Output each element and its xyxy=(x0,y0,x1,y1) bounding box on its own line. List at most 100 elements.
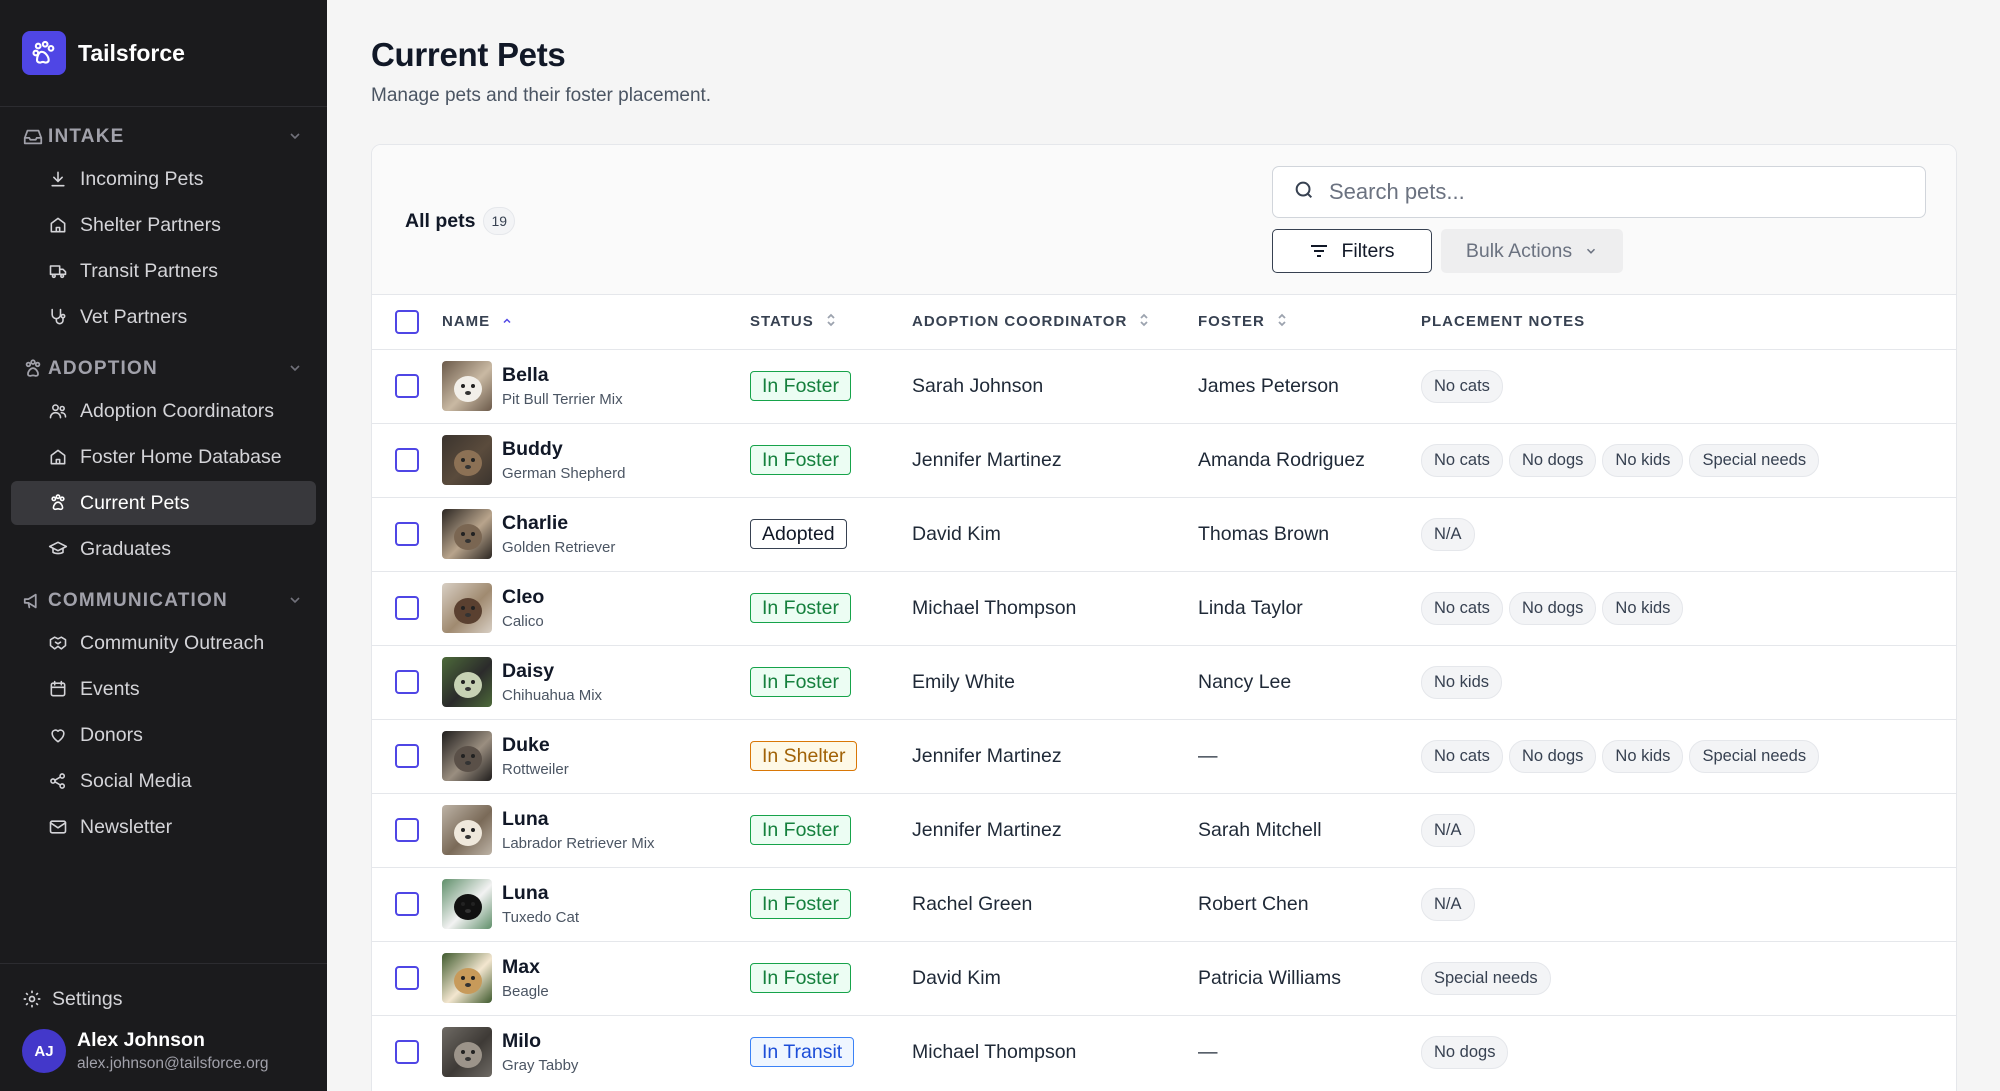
pet-cell[interactable]: Charlie Golden Retriever xyxy=(442,509,750,559)
search-input[interactable] xyxy=(1329,179,1909,205)
pet-photo xyxy=(442,509,492,559)
sidebar-item-social-media[interactable]: Social Media xyxy=(11,759,316,803)
section-intake[interactable]: INTAKE xyxy=(0,119,327,155)
status-badge: In Foster xyxy=(750,593,851,623)
column-header-status[interactable]: STATUS xyxy=(750,295,912,349)
search-box[interactable] xyxy=(1272,166,1926,218)
sidebar-item-donors[interactable]: Donors xyxy=(11,713,316,757)
row-checkbox[interactable] xyxy=(395,744,419,768)
home-icon xyxy=(48,447,68,467)
filters-button[interactable]: Filters xyxy=(1272,229,1432,273)
settings-link[interactable]: Settings xyxy=(0,977,327,1021)
pet-photo xyxy=(442,435,492,485)
column-label: NAME xyxy=(442,312,491,330)
table-header: NAME STATUS ADOPTION COORDINATOR FOSTER xyxy=(372,295,1956,349)
placement-note-chip: No cats xyxy=(1421,443,1503,477)
placement-note-chip: Special needs xyxy=(1689,443,1820,477)
status-badge: In Foster xyxy=(750,889,851,919)
page-title: Current Pets xyxy=(371,36,566,73)
sidebar-item-adoption-coordinators[interactable]: Adoption Coordinators xyxy=(11,389,316,433)
pet-cell[interactable]: Max Beagle xyxy=(442,953,750,1003)
row-checkbox[interactable] xyxy=(395,1040,419,1065)
table-row[interactable]: Luna Labrador Retriever Mix In Foster Jenni… xyxy=(372,793,1956,867)
sidebar-item-shelter-partners[interactable]: Shelter Partners xyxy=(11,203,316,247)
sidebar-item-events[interactable]: Events xyxy=(11,667,316,711)
pet-breed: Golden Retriever xyxy=(502,539,616,556)
row-checkbox[interactable] xyxy=(395,596,419,620)
sidebar-item-label: Foster Home Database xyxy=(80,445,282,468)
sidebar-item-community-outreach[interactable]: Community Outreach xyxy=(11,621,316,665)
placement-notes: No kids xyxy=(1421,665,1956,699)
pet-cell[interactable]: Milo Gray Tabby xyxy=(442,1027,750,1078)
placement-note-chip: No dogs xyxy=(1508,591,1597,625)
table-row[interactable]: Max Beagle In Foster David Kim Patricia Will… xyxy=(372,941,1956,1015)
table-row[interactable]: Buddy German Shepherd In Foster Jennifer Ma… xyxy=(372,423,1956,497)
sidebar-item-newsletter[interactable]: Newsletter xyxy=(11,805,316,849)
sidebar-footer: Settings AJ Alex Johnson alex.johnson@ta… xyxy=(0,963,327,1091)
mail-icon xyxy=(48,817,68,837)
column-header-foster[interactable]: FOSTER xyxy=(1198,295,1421,349)
coordinator-cell: Rachel Green xyxy=(912,892,1033,915)
column-header-coordinator[interactable]: ADOPTION COORDINATOR xyxy=(912,295,1198,349)
table-row[interactable]: Milo Gray Tabby In Transit Michael Thompson… xyxy=(372,1015,1956,1089)
pet-cell[interactable]: Luna Tuxedo Cat xyxy=(442,879,750,929)
sidebar-item-label: Incoming Pets xyxy=(80,167,204,190)
status-badge: In Foster xyxy=(750,963,851,993)
sidebar-item-graduates[interactable]: Graduates xyxy=(11,527,316,571)
bulk-actions-label: Bulk Actions xyxy=(1465,239,1573,262)
all-pets-tab[interactable]: All pets 19 xyxy=(405,207,516,235)
pet-photo xyxy=(442,805,492,855)
row-checkbox[interactable] xyxy=(395,670,419,694)
sidebar-item-incoming-pets[interactable]: Incoming Pets xyxy=(11,157,316,201)
placement-note-chip: Special needs xyxy=(1421,961,1551,995)
sidebar-item-label: Current Pets xyxy=(80,491,190,514)
pet-cell[interactable]: Cleo Calico xyxy=(442,583,750,633)
section-label: COMMUNICATION xyxy=(48,590,228,611)
main-content: Current Pets Manage pets and their foste… xyxy=(327,0,2000,1091)
table-row[interactable]: Bella Pit Bull Terrier Mix In Foster Sarah … xyxy=(372,349,1956,423)
placement-note-chip: No cats xyxy=(1421,739,1503,773)
table-row[interactable]: Cleo Calico In Foster Michael Thompson Linda… xyxy=(372,571,1956,645)
user-profile[interactable]: AJ Alex Johnson alex.johnson@tailsforce.… xyxy=(0,1029,327,1073)
row-checkbox[interactable] xyxy=(395,448,419,472)
row-checkbox[interactable] xyxy=(395,522,419,546)
pet-cell[interactable]: Duke Rottweiler xyxy=(442,731,750,781)
pet-cell[interactable]: Buddy German Shepherd xyxy=(442,435,750,485)
foster-cell: — xyxy=(1198,1040,1218,1063)
placement-notes: Special needs xyxy=(1421,961,1956,995)
brand[interactable]: Tailsforce xyxy=(0,0,327,107)
user-name: Alex Johnson xyxy=(77,1029,205,1051)
sidebar-item-label: Community Outreach xyxy=(80,631,265,654)
select-all-checkbox[interactable] xyxy=(395,309,419,334)
sidebar-item-vet-partners[interactable]: Vet Partners xyxy=(11,295,316,339)
table-row[interactable]: Daisy Chihuahua Mix In Foster Emily White Na… xyxy=(372,645,1956,719)
bulk-actions-dropdown[interactable]: Bulk Actions xyxy=(1441,229,1623,273)
placement-note-chip: No dogs xyxy=(1508,739,1597,773)
row-checkbox[interactable] xyxy=(395,374,419,398)
column-label: ADOPTION COORDINATOR xyxy=(912,312,1128,330)
table-row[interactable]: Charlie Golden Retriever Adopted David Kim T… xyxy=(372,497,1956,571)
download-icon xyxy=(48,169,68,189)
pet-text: Milo Gray Tabby xyxy=(502,1030,578,1074)
pet-cell[interactable]: Luna Labrador Retriever Mix xyxy=(442,805,750,855)
row-checkbox[interactable] xyxy=(395,892,419,916)
table-row[interactable]: Luna Tuxedo Cat In Foster Rachel Green Rober… xyxy=(372,867,1956,941)
coordinator-cell: Emily White xyxy=(912,670,1015,693)
pet-photo xyxy=(442,731,492,781)
share-icon xyxy=(48,771,68,791)
pet-breed: Tuxedo Cat xyxy=(502,909,579,926)
sidebar-item-label: Social Media xyxy=(80,769,192,792)
foster-cell: James Peterson xyxy=(1198,374,1339,397)
row-checkbox[interactable] xyxy=(395,966,419,990)
sidebar-item-transit-partners[interactable]: Transit Partners xyxy=(11,249,316,293)
table-row[interactable]: Duke Rottweiler In Shelter Jennifer Martine… xyxy=(372,719,1956,793)
row-checkbox[interactable] xyxy=(395,818,419,842)
sidebar-item-current-pets[interactable]: Current Pets xyxy=(11,481,316,525)
pet-cell[interactable]: Bella Pit Bull Terrier Mix xyxy=(442,361,750,411)
sidebar-item-foster-home-database[interactable]: Foster Home Database xyxy=(11,435,316,479)
section-adoption[interactable]: ADOPTION xyxy=(0,351,327,387)
section-communication[interactable]: COMMUNICATION xyxy=(0,583,327,619)
sort-icon xyxy=(825,312,837,332)
pet-cell[interactable]: Daisy Chihuahua Mix xyxy=(442,657,750,707)
column-header-name[interactable]: NAME xyxy=(442,295,750,349)
